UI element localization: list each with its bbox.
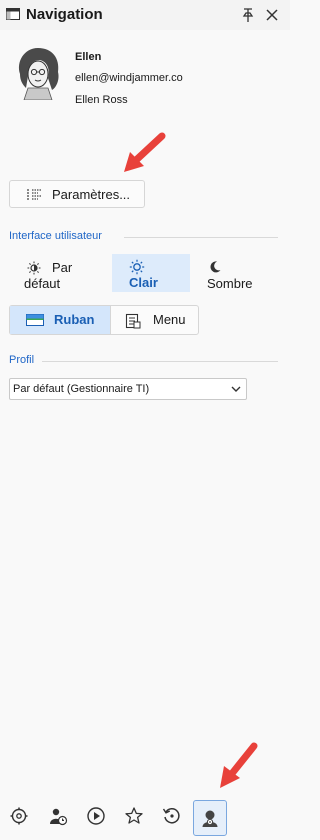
layout-mode-segment: Ruban Menu [9,305,199,335]
section-title-profile: Profil [9,354,35,366]
settings-icon[interactable] [9,806,29,826]
profile-dropdown[interactable]: Par défaut (Gestionnaire TI) [9,378,247,400]
theme-dark-label: Sombre [207,276,253,291]
close-icon[interactable] [263,6,281,24]
avatar[interactable] [14,44,64,100]
theme-default-label-line2: défaut [24,276,61,291]
theme-option-default[interactable]: Par défaut [9,254,109,292]
menu-icon [125,313,141,329]
chevron-down-icon [231,386,241,392]
title-bar: Navigation [0,0,290,30]
annotation-arrow-top [124,132,166,172]
moon-icon [210,261,221,273]
user-name: Ellen [75,51,102,63]
settings-button[interactable]: Paramètres... [9,180,145,208]
theme-light-label: Clair [129,275,158,290]
play-icon[interactable] [86,806,106,826]
panel-title: Navigation [26,6,103,23]
user-full-name: Ellen Ross [75,94,128,106]
history-icon[interactable] [162,806,182,826]
theme-option-light[interactable]: Clair [112,254,190,292]
settings-button-label: Paramètres... [52,187,131,202]
layout-mode-ribbon[interactable]: Ruban [10,306,111,334]
section-divider [124,237,278,238]
user-clock-icon[interactable] [48,806,68,826]
annotation-arrow-bottom [220,742,258,788]
layout-mode-menu[interactable]: Menu [111,306,199,334]
section-title-ui: Interface utilisateur [9,230,102,242]
profile-dropdown-value: Par défaut (Gestionnaire TI) [13,383,150,395]
pin-icon[interactable] [239,6,257,24]
window-icon [6,8,20,20]
user-email: ellen@windjammer.co [75,72,183,84]
sun-icon [129,259,145,275]
ribbon-icon [26,314,44,326]
settings-list-icon [27,189,41,200]
layout-ribbon-label: Ruban [54,312,95,327]
section-divider [42,361,278,362]
theme-default-label-line1: Par [52,260,73,275]
layout-menu-label: Menu [153,312,186,327]
theme-option-dark[interactable]: Sombre [192,254,272,292]
sun-half-icon [27,261,41,275]
star-icon[interactable] [124,806,144,826]
user-settings-icon[interactable] [200,808,220,828]
